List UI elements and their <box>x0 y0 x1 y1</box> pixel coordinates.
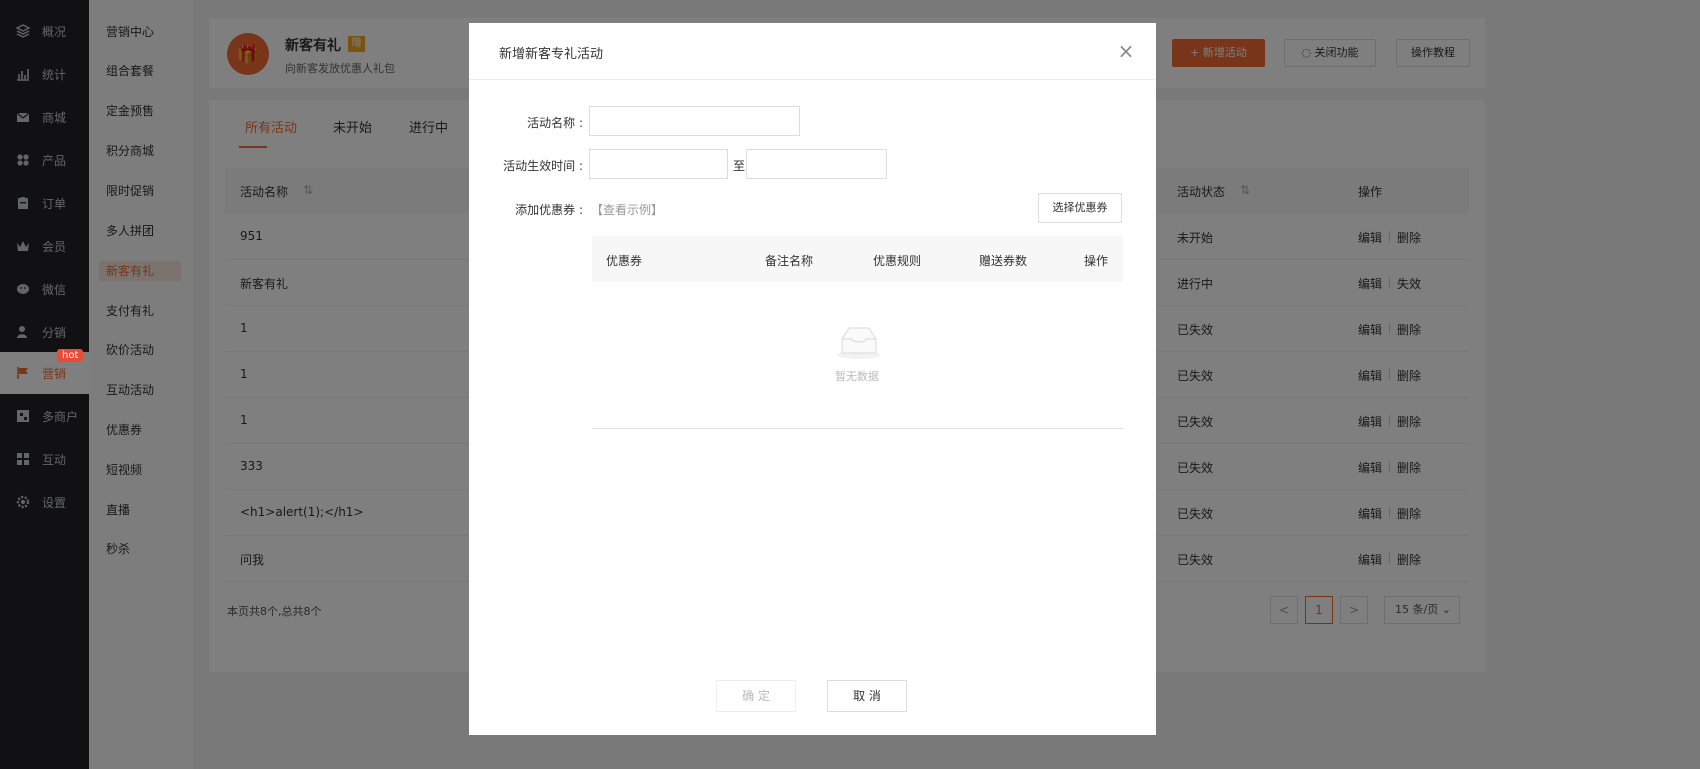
add-activity-dialog: 新增新客专礼活动 × 活动名称 : 活动生效时间 : 至 添加优惠券 : 【查看… <box>469 23 1156 735</box>
choose-coupon-button[interactable]: 选择优惠券 <box>1038 193 1122 223</box>
hot-badge: hot <box>57 349 84 362</box>
cancel-button[interactable]: 取 消 <box>827 680 907 712</box>
to-separator: 至 <box>733 159 746 173</box>
col-gift-count: 赠送券数 <box>979 254 1028 268</box>
col-coupon: 优惠券 <box>606 254 643 268</box>
col-rule: 优惠规则 <box>873 254 922 268</box>
view-example-link[interactable]: 【查看示例】 <box>591 201 663 218</box>
table-divider <box>592 428 1123 429</box>
coupon-table-header: 优惠券 备注名称 优惠规则 赠送券数 操作 <box>592 236 1123 282</box>
dialog-header: 新增新客专礼活动 × <box>469 23 1156 80</box>
confirm-button[interactable]: 确 定 <box>716 680 796 712</box>
start-date-input[interactable] <box>589 149 728 179</box>
time-label: 活动生效时间 : <box>503 159 583 173</box>
empty-box-icon <box>836 325 882 359</box>
dialog-title: 新增新客专礼活动 <box>499 47 604 62</box>
col-op: 操作 <box>1084 254 1109 268</box>
close-icon[interactable]: × <box>1114 39 1138 63</box>
empty-text: 暂无数据 <box>835 370 879 383</box>
activity-name-input[interactable] <box>589 106 800 136</box>
name-label: 活动名称 : <box>527 116 583 130</box>
coupon-label: 添加优惠券 : <box>515 203 583 217</box>
end-date-input[interactable] <box>746 149 887 179</box>
col-remark: 备注名称 <box>765 254 814 268</box>
